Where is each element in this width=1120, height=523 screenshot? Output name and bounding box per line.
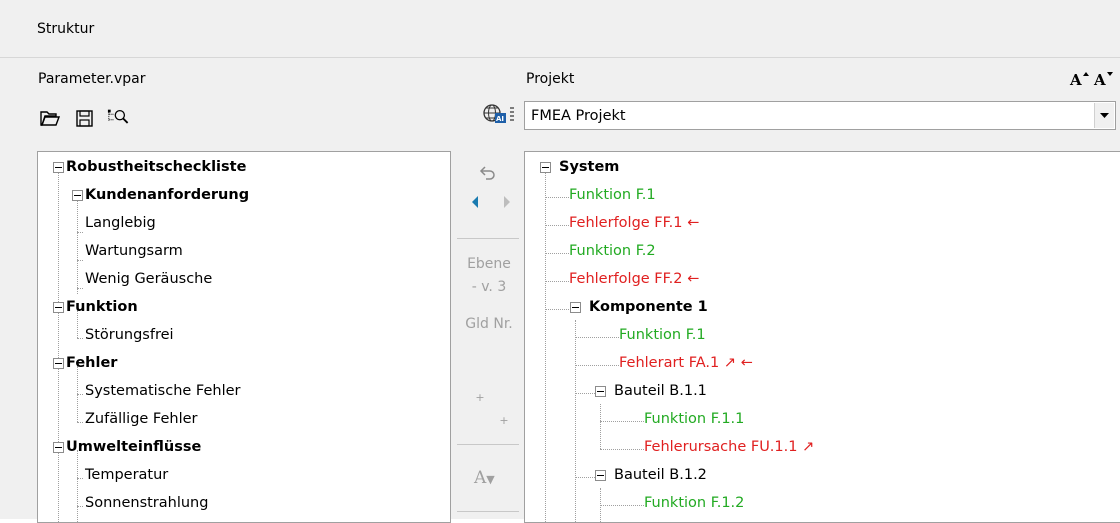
- tree-node-wenig-geraeusche[interactable]: Wenig Geräusche: [85, 265, 212, 293]
- open-folder-icon[interactable]: [39, 107, 61, 129]
- collapse-icon[interactable]: [570, 302, 581, 313]
- tree-node-funktion-f11[interactable]: Funktion F.1.1: [644, 405, 744, 433]
- svg-text:AI: AI: [496, 115, 504, 123]
- tree-node-fehlerart-fa1[interactable]: Fehlerart FA.1 ↗ ←: [619, 349, 753, 377]
- font-decrease-icon[interactable]: A: [1092, 68, 1114, 90]
- plus-button-1[interactable]: +: [446, 391, 514, 404]
- tree-node-zufaellige-fehler[interactable]: Zufällige Fehler: [85, 405, 198, 433]
- project-select-value: FMEA Projekt: [531, 108, 626, 124]
- tree-node-bauteil-b12[interactable]: Bauteil B.1.2: [614, 461, 707, 489]
- parameter-tree[interactable]: Robustheitscheckliste Kundenanforderung …: [37, 151, 451, 523]
- tree-node-temperatur[interactable]: Temperatur: [85, 461, 168, 489]
- chevron-down-icon[interactable]: [1094, 103, 1114, 128]
- ebene-value: - v. 3: [471, 279, 507, 295]
- collapse-icon[interactable]: [595, 386, 606, 397]
- undo-icon[interactable]: [477, 162, 499, 184]
- collapse-icon[interactable]: [72, 190, 83, 201]
- save-icon[interactable]: [73, 107, 95, 129]
- tree-node-kundenanforderung[interactable]: Kundenanforderung: [85, 181, 249, 209]
- tree-node-system[interactable]: System: [559, 153, 619, 181]
- collapse-icon[interactable]: [53, 302, 64, 313]
- tree-node-funktion-f1[interactable]: Funktion F.1: [569, 181, 656, 209]
- tree-node-funktion[interactable]: Funktion: [66, 293, 138, 321]
- tree-node-fehlerursache-fu11[interactable]: Fehlerursache FU.1.1 ↗: [644, 433, 814, 461]
- svg-text:A: A: [1093, 71, 1106, 89]
- ebene-label: Ebene: [467, 256, 511, 272]
- collapse-icon[interactable]: [595, 470, 606, 481]
- collapse-icon[interactable]: [540, 162, 551, 173]
- window-title: Struktur: [37, 21, 95, 37]
- tree-node-umwelteinfluesse[interactable]: Umwelteinflüsse: [66, 433, 201, 461]
- tree-node-robustheitscheckliste[interactable]: Robustheitscheckliste: [66, 153, 246, 181]
- tree-node-komponente-1[interactable]: Komponente 1: [589, 293, 708, 321]
- tree-node-funktion-f2[interactable]: Funktion F.2: [569, 237, 656, 265]
- tree-node-fehler[interactable]: Fehler: [66, 349, 117, 377]
- arrow-right-icon[interactable]: [496, 191, 518, 213]
- font-decrease-label: A: [474, 468, 487, 488]
- project-label: Projekt: [526, 71, 575, 87]
- gld-nr-label: Gld Nr.: [465, 316, 513, 332]
- tree-node-langlebig[interactable]: Langlebig: [85, 209, 156, 237]
- tree-node-komp-funktion-f1[interactable]: Funktion F.1: [619, 321, 706, 349]
- arrow-left-icon[interactable]: [464, 191, 486, 213]
- project-select[interactable]: FMEA Projekt: [524, 101, 1116, 130]
- tree-node-stoerungsfrei[interactable]: Störungsfrei: [85, 321, 174, 349]
- globe-ai-icon[interactable]: AI: [481, 104, 521, 126]
- tree-node-fehlerfolge-ff1[interactable]: Fehlerfolge FF.1 ←: [569, 209, 699, 237]
- font-decrease-button[interactable]: A▼: [474, 468, 495, 488]
- collapse-icon[interactable]: [53, 162, 64, 173]
- project-tree[interactable]: System Funktion F.1 Fehlerfolge FF.1 ← F…: [524, 151, 1120, 523]
- svg-text:A: A: [1069, 71, 1082, 89]
- tree-node-bauteil-b11[interactable]: Bauteil B.1.1: [614, 377, 707, 405]
- parameter-file-label: Parameter.vpar: [38, 71, 146, 87]
- collapse-icon[interactable]: [53, 442, 64, 453]
- tree-node-systematische-fehler[interactable]: Systematische Fehler: [85, 377, 241, 405]
- tree-node-wartungsarm[interactable]: Wartungsarm: [85, 237, 183, 265]
- font-increase-icon[interactable]: A: [1068, 68, 1090, 90]
- tree-search-icon[interactable]: [107, 106, 129, 128]
- window-titlebar: Struktur: [0, 0, 1120, 58]
- tree-node-fehlerfolge-ff2[interactable]: Fehlerfolge FF.2 ←: [569, 265, 699, 293]
- tree-node-funktion-f12[interactable]: Funktion F.1.2: [644, 489, 744, 517]
- tree-node-sonnenstrahlung[interactable]: Sonnenstrahlung: [85, 489, 208, 517]
- collapse-icon[interactable]: [53, 358, 64, 369]
